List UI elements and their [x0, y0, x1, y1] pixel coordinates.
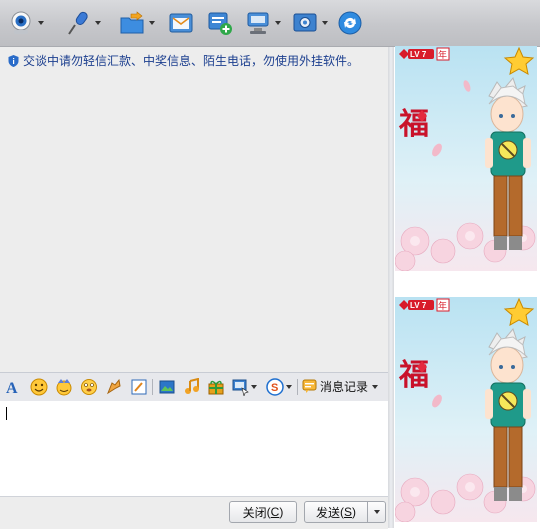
apps-button[interactable] [292, 8, 328, 38]
security-notice: 交谈中请勿轻信汇款、中奖信息、陌生电话，勿使用外挂软件。 [8, 52, 359, 69]
svg-text:年: 年 [438, 49, 447, 61]
voice-call-button[interactable] [65, 8, 101, 38]
send-file-icon [120, 11, 144, 34]
level-badge: LV 7 年 [399, 47, 450, 61]
self-show-panel[interactable]: LV 7 年 福 [395, 297, 537, 522]
video-call-icon [11, 11, 31, 34]
translate-icon[interactable]: S [266, 378, 284, 396]
remote-assist-icon [247, 12, 269, 34]
action-bar: 关闭(C) 发送(S) [0, 496, 388, 529]
message-history-dropdown-icon[interactable] [372, 384, 379, 389]
message-display-area[interactable]: 交谈中请勿轻信汇款、中奖信息、陌生电话，勿使用外挂软件。 [0, 47, 388, 372]
gift-icon[interactable] [207, 378, 225, 396]
security-notice-text: 交谈中请勿轻信汇款、中奖信息、陌生电话，勿使用外挂软件。 [23, 54, 360, 68]
send-options-button[interactable] [367, 501, 386, 523]
svg-text:S: S [271, 382, 278, 394]
dropdown-arrow-icon[interactable] [38, 21, 44, 25]
font-icon[interactable]: A [4, 378, 22, 396]
separator [152, 379, 153, 395]
send-image-icon[interactable] [158, 378, 176, 396]
video-call-button[interactable] [8, 8, 44, 38]
panel-splitter[interactable] [388, 47, 394, 528]
create-group-button[interactable] [207, 8, 233, 38]
send-email-button[interactable] [168, 8, 194, 38]
refresh-icon [338, 11, 362, 35]
send-button-group: 发送(S) [304, 501, 386, 523]
screen-capture-dropdown-icon[interactable] [251, 385, 257, 389]
translate-dropdown-icon[interactable] [286, 385, 292, 389]
music-icon[interactable] [183, 378, 201, 396]
send-button-shortcut: S [344, 505, 353, 519]
svg-text:福: 福 [398, 358, 429, 393]
contact-avatar-show-image: LV 7 年 福 [395, 46, 536, 271]
graffiti-icon[interactable] [130, 378, 148, 396]
self-avatar-show-image: LV 7 年 福 [395, 297, 536, 522]
star-icon [503, 46, 535, 75]
text-caret [6, 407, 7, 420]
svg-text:LV 7: LV 7 [410, 50, 427, 59]
contact-show-panel[interactable]: LV 7 年 福 [395, 46, 537, 271]
voice-call-icon [68, 11, 88, 35]
panel-gap [395, 271, 537, 297]
nudge-icon[interactable] [80, 378, 98, 396]
svg-text:A: A [6, 380, 18, 396]
message-history-icon [302, 379, 317, 393]
close-button-shortcut: C [270, 505, 280, 519]
send-email-icon [169, 13, 193, 33]
remote-assist-button[interactable] [245, 8, 281, 38]
dropdown-arrow-icon[interactable] [149, 21, 155, 25]
avatar-character [485, 76, 531, 250]
message-history-button[interactable]: 消息记录 [302, 378, 379, 395]
dropdown-arrow-icon[interactable] [322, 21, 328, 25]
avatar-character [485, 327, 531, 501]
svg-text:年: 年 [438, 300, 447, 312]
dropdown-arrow-icon[interactable] [95, 21, 101, 25]
message-input[interactable] [0, 401, 388, 496]
format-toolbar: A S 消息记录 [0, 372, 388, 402]
apps-icon [293, 13, 317, 32]
magic-emoticon-icon[interactable] [55, 378, 73, 396]
svg-text:LV 7: LV 7 [410, 301, 427, 310]
close-button[interactable]: 关闭(C) [229, 501, 297, 523]
message-history-label: 消息记录 [320, 380, 369, 394]
level-badge: LV 7 年 [399, 298, 450, 312]
dropdown-arrow-icon[interactable] [275, 21, 281, 25]
svg-text:福: 福 [398, 107, 429, 142]
close-button-label: 关闭 [242, 505, 267, 520]
star-icon [503, 297, 535, 326]
chat-toolbar [0, 0, 540, 47]
separator [297, 379, 298, 395]
send-button[interactable]: 发送(S) [304, 501, 368, 523]
screen-capture-icon[interactable] [232, 378, 250, 396]
shield-info-icon [8, 54, 19, 67]
send-file-button[interactable] [119, 8, 155, 38]
shake-window-icon[interactable] [105, 378, 123, 396]
refresh-button[interactable] [337, 8, 363, 38]
create-group-icon [208, 12, 232, 35]
emoticon-icon[interactable] [30, 378, 48, 396]
send-options-arrow-icon [373, 510, 380, 514]
send-button-label: 发送 [315, 505, 340, 520]
